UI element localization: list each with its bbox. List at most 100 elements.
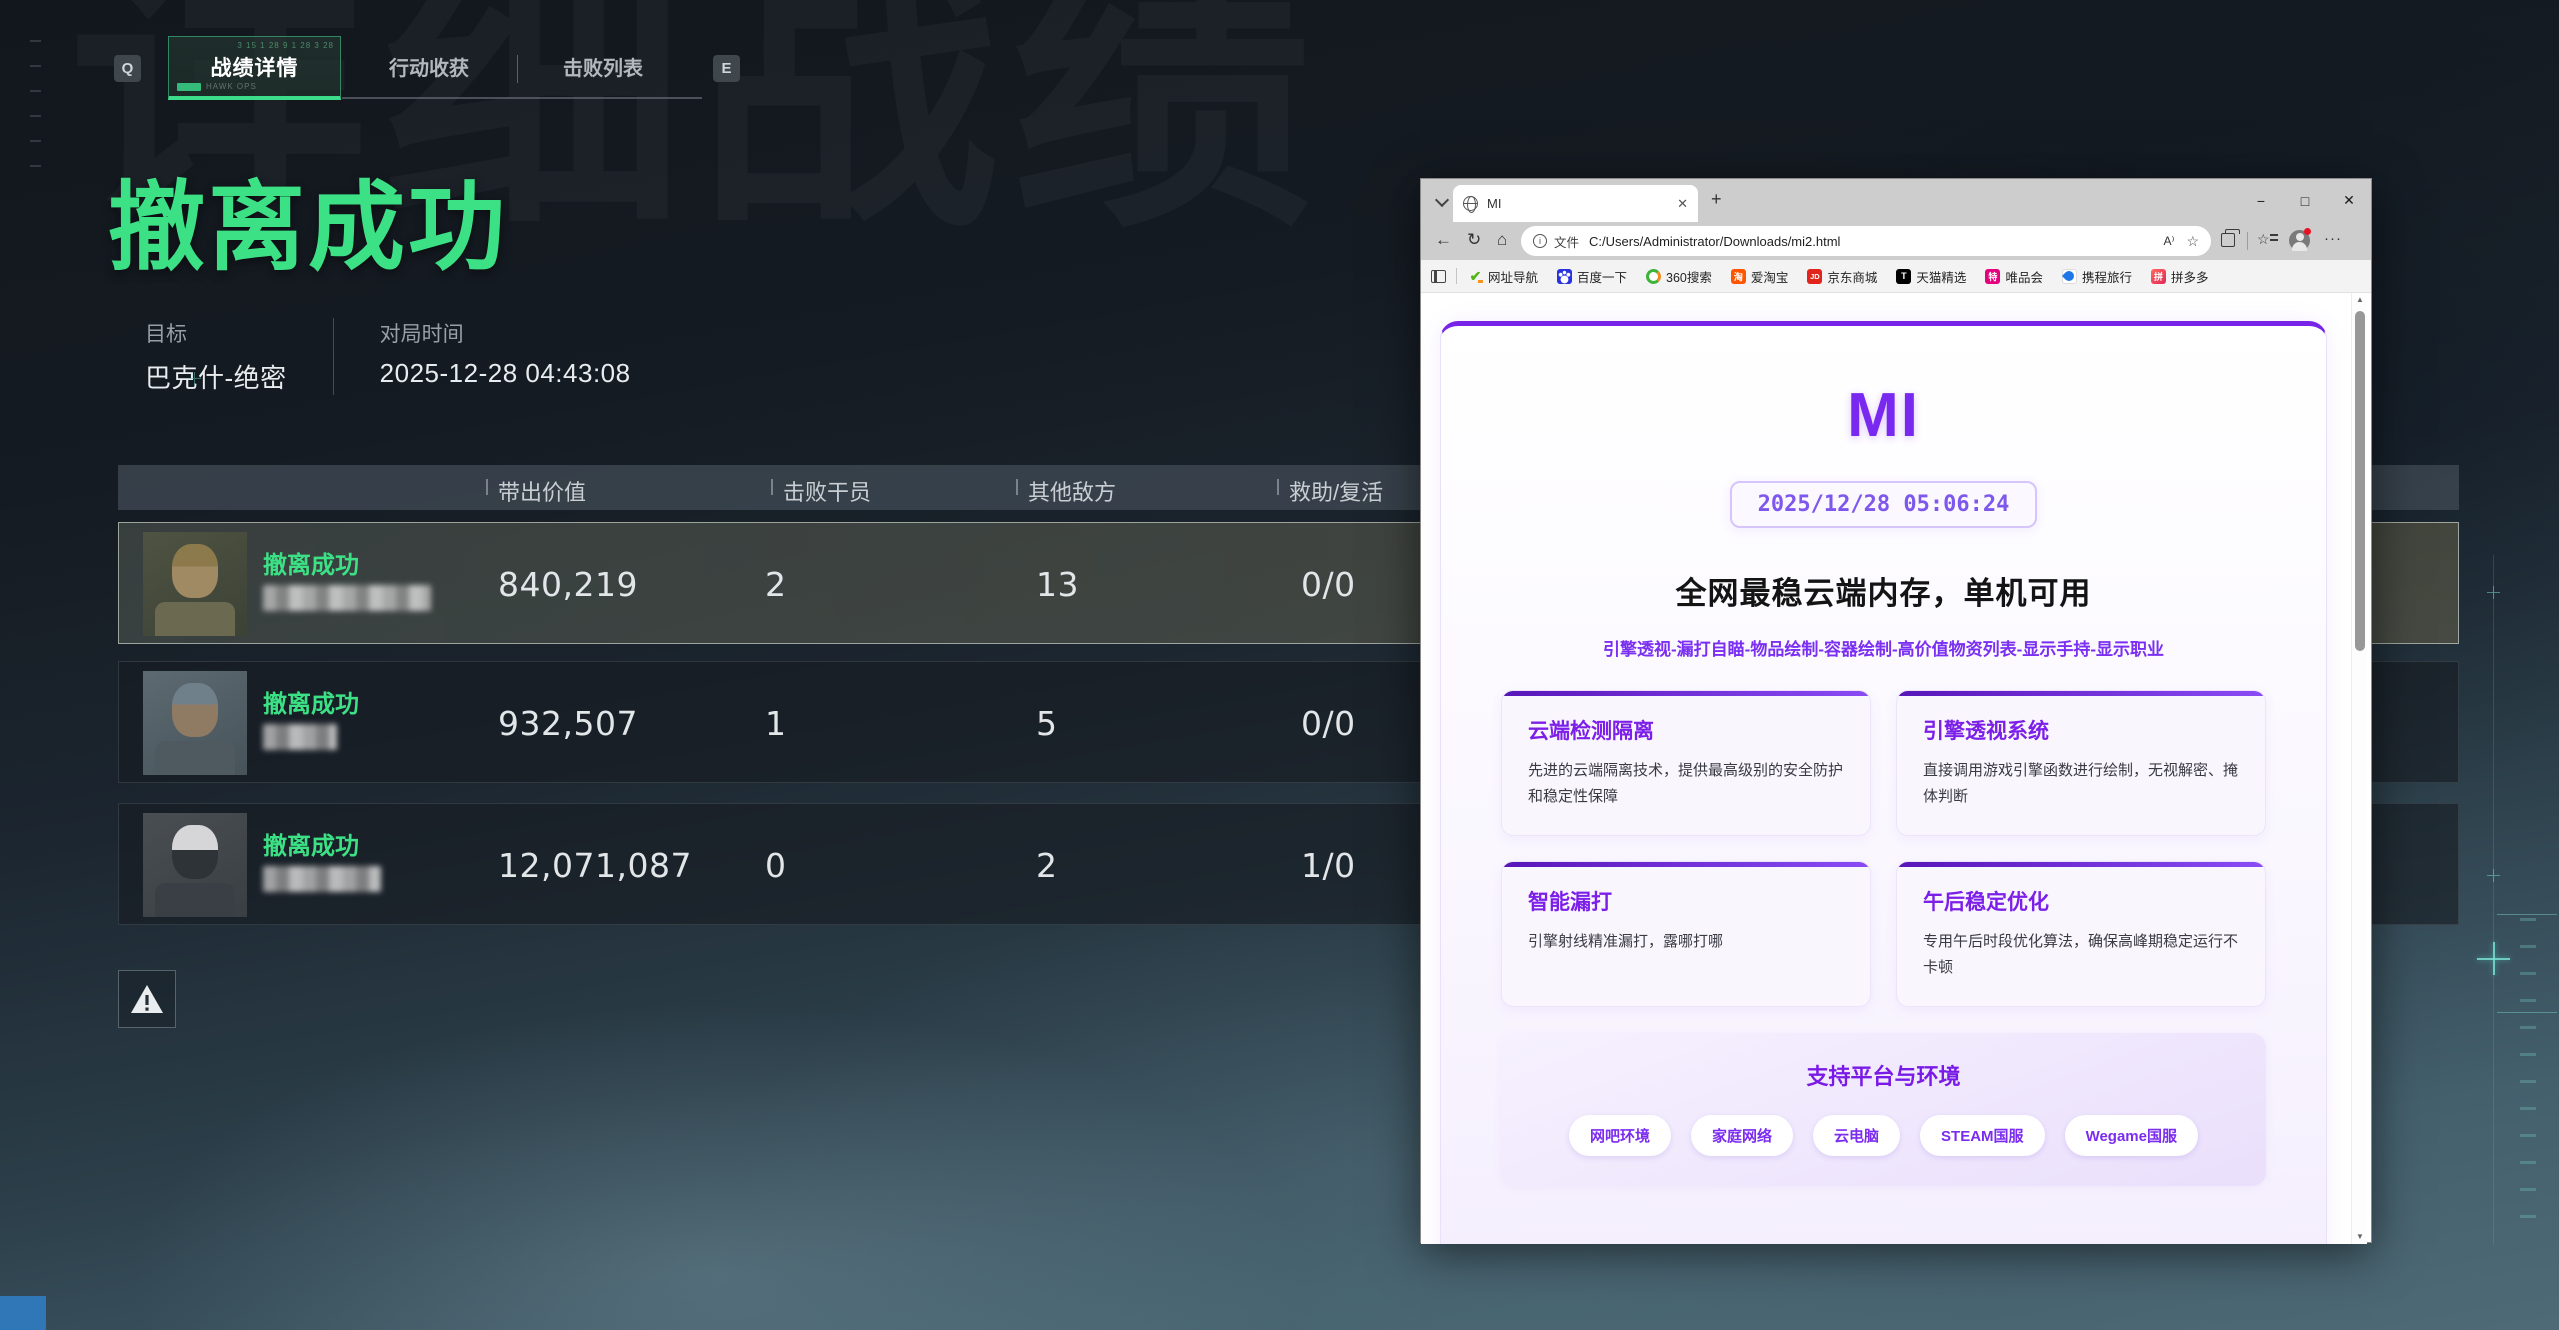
carried-value: 840,219	[498, 565, 638, 604]
hud-cross-marker	[2487, 869, 2500, 882]
player-name-blurred	[263, 585, 431, 611]
warning-triangle-icon	[129, 983, 165, 1015]
pdd-favicon: 拼	[2151, 269, 2166, 284]
player-avatar	[143, 813, 247, 917]
platform-pill[interactable]: Wegame国服	[2065, 1115, 2198, 1156]
360-favicon	[1646, 269, 1661, 284]
scroll-down-arrow[interactable]: ▼	[2352, 1230, 2368, 1244]
feature-card: 引擎透视系统 直接调用游戏引擎函数进行绘制，无视解密、掩体判断	[1896, 690, 2266, 836]
match-time-label: 对局时间	[380, 318, 631, 348]
platform-pill[interactable]: 家庭网络	[1691, 1115, 1793, 1156]
home-icon[interactable]: ⌂	[1497, 230, 1507, 250]
hawk-ops-label: HAWK OPS	[206, 82, 257, 91]
col-rescue-revive: 救助/复活	[1289, 475, 1383, 507]
tab-battle-details[interactable]: 3 15 1 28 9 1 28 3 28 战绩详情 HAWK OPS	[168, 36, 341, 100]
bookmark-pdd[interactable]: 拼拼多多	[2151, 267, 2209, 286]
warning-button[interactable]	[118, 970, 176, 1028]
col-operators-defeated: 击败干员	[783, 475, 871, 507]
file-scheme-label: 文件	[1554, 232, 1579, 251]
hud-bracket-top	[2497, 914, 2557, 915]
refresh-icon[interactable]: ↻	[1467, 230, 1481, 250]
settings-more-icon[interactable]: ···	[2324, 230, 2342, 247]
other-enemies-value: 5	[1036, 704, 1058, 743]
browser-tab[interactable]: MI ✕	[1453, 185, 1698, 222]
scroll-up-arrow[interactable]: ▲	[2352, 293, 2368, 307]
page-scrollbar[interactable]: ▲ ▼	[2351, 293, 2367, 1244]
player-avatar	[143, 671, 247, 775]
minimize-button[interactable]: −	[2239, 179, 2283, 222]
kills-value: 0	[765, 846, 787, 885]
feature-card: 午后稳定优化 专用午后时段优化算法，确保高峰期稳定运行不卡顿	[1896, 861, 2266, 1007]
bookmark-360[interactable]: 360搜索	[1646, 267, 1712, 286]
site-logo: MI	[1441, 380, 2326, 451]
address-url[interactable]: C:/Users/Administrator/Downloads/mi2.htm…	[1589, 234, 2163, 249]
bookmarks-bar: ✔网址导航 百度一下 360搜索 淘爱淘宝 JD京东商城 T天猫精选 特唯品会 …	[1421, 260, 2371, 293]
tab-kill-list[interactable]: 击败列表	[561, 52, 645, 81]
rescue-value: 0/0	[1301, 704, 1356, 743]
browser-titlebar: MI ✕ + − □ ✕	[1421, 179, 2371, 222]
bookmark-ctrip[interactable]: 携程旅行	[2062, 267, 2132, 286]
collections-icon[interactable]	[2221, 233, 2235, 247]
extraction-success-title: 撤离成功	[108, 148, 508, 289]
sidebar-toggle-icon[interactable]	[1431, 270, 1446, 283]
hud-small-cross	[188, 372, 201, 385]
page-headline: 全网最稳云端内存，单机可用	[1441, 568, 2326, 613]
address-bar[interactable]: i 文件 C:/Users/Administrator/Downloads/mi…	[1521, 226, 2211, 256]
favorites-list-icon[interactable]: ☆	[2257, 231, 2270, 248]
rescue-value: 0/0	[1301, 565, 1356, 604]
carried-value: 932,507	[498, 704, 638, 743]
player-name-blurred	[263, 866, 381, 892]
favorite-star-icon[interactable]: ☆	[2186, 233, 2199, 250]
tmall-favicon: T	[1896, 269, 1911, 284]
keyboard-hint-e: E	[713, 55, 740, 82]
maximize-button[interactable]: □	[2283, 179, 2327, 222]
hud-cross-marker	[2487, 586, 2500, 599]
row-status: 撤离成功	[263, 684, 359, 719]
rescue-value: 1/0	[1301, 846, 1356, 885]
browser-navbar: ← ↻ ⌂ i 文件 C:/Users/Administrator/Downlo…	[1421, 222, 2371, 260]
vip-favicon: 特	[1985, 269, 2000, 284]
timestamp-pill: 2025/12/28 05:06:24	[1730, 481, 2038, 528]
glitch-digits: 3 15 1 28 9 1 28 3 28	[237, 41, 334, 50]
features-line: 引擎透视-漏打自瞄-物品绘制-容器绘制-高价值物资列表-显示手持-显示职业	[1441, 635, 2326, 660]
bookmarks-divider	[1456, 268, 1457, 284]
web-page: MI 2025/12/28 05:06:24 全网最稳云端内存，单机可用 引擎透…	[1421, 293, 2353, 1244]
page-card: MI 2025/12/28 05:06:24 全网最稳云端内存，单机可用 引擎透…	[1440, 321, 2327, 1244]
page-info-icon[interactable]: i	[1533, 234, 1547, 248]
player-avatar	[143, 532, 247, 636]
bookmark-baidu[interactable]: 百度一下	[1557, 267, 1627, 286]
close-button[interactable]: ✕	[2327, 179, 2371, 222]
kills-value: 1	[765, 704, 787, 743]
tab-label: 战绩详情	[211, 52, 299, 82]
jd-favicon: JD	[1807, 269, 1822, 284]
kills-value: 2	[765, 565, 787, 604]
scrollbar-thumb[interactable]	[2355, 311, 2365, 651]
new-tab-button[interactable]: +	[1711, 189, 1722, 210]
row-status: 撤离成功	[263, 545, 359, 580]
feature-card: 智能漏打 引擎射线精准漏打，露哪打哪	[1501, 861, 1871, 1007]
row-status: 撤离成功	[263, 826, 359, 861]
other-enemies-value: 13	[1036, 565, 1079, 604]
other-enemies-value: 2	[1036, 846, 1058, 885]
bookmark-tmall[interactable]: T天猫精选	[1896, 267, 1966, 286]
carried-value: 12,071,087	[498, 846, 692, 885]
objective-label: 目标	[145, 318, 287, 348]
feature-cards: 云端检测隔离 先进的云端隔离技术，提供最高级别的安全防护和稳定性保障 引擎透视系…	[1501, 690, 2266, 1007]
tab-action-gains[interactable]: 行动收获	[387, 52, 471, 81]
bookmark-vip[interactable]: 特唯品会	[1985, 267, 2043, 286]
read-aloud-icon[interactable]: A⁾	[2163, 234, 2174, 248]
hud-crosshair	[2477, 942, 2510, 975]
game-screen: 详细战绩 Q 3 15 1 28 9 1 28 3 28 战绩详情 HAWK O…	[0, 0, 2559, 1330]
bookmark-jd[interactable]: JD京东商城	[1807, 267, 1877, 286]
match-meta: 目标 巴克什-绝密 对局时间 2025-12-28 04:43:08	[145, 318, 677, 395]
platform-pill[interactable]: 云电脑	[1813, 1115, 1900, 1156]
platform-pill[interactable]: STEAM国服	[1920, 1115, 2045, 1156]
back-icon[interactable]: ←	[1435, 230, 1452, 250]
ruler-ticks	[30, 40, 41, 190]
bookmark-taobao[interactable]: 淘爱淘宝	[1731, 267, 1789, 286]
platform-pill[interactable]: 网吧环境	[1569, 1115, 1671, 1156]
bookmark-hao123[interactable]: ✔网址导航	[1468, 267, 1538, 286]
match-time-value: 2025-12-28 04:43:08	[380, 358, 631, 389]
tab-close-icon[interactable]: ✕	[1677, 196, 1688, 212]
tab-actions-chevron-icon[interactable]	[1431, 191, 1453, 211]
